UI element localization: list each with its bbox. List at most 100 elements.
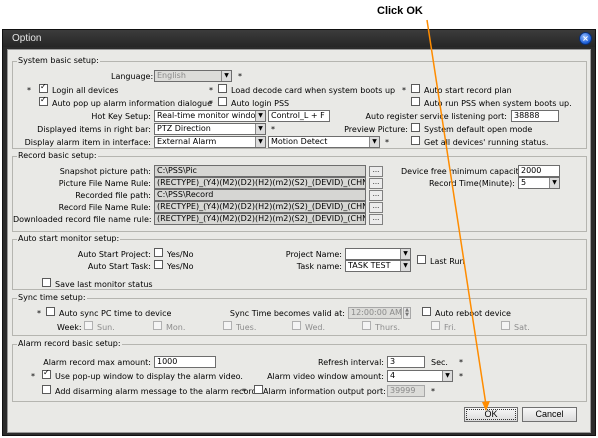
alarm-iface-value: External Alarm (157, 137, 217, 146)
chevron-down-icon: ▼ (221, 71, 231, 81)
day-fri-checkbox[interactable] (431, 321, 440, 330)
record-path-input[interactable]: C:\PSS\Record (154, 189, 366, 201)
snapshot-browse-button[interactable]: ... (369, 166, 383, 177)
asterisk: * (209, 86, 213, 95)
record-time-value: 5 (521, 178, 527, 187)
day-sun-checkbox[interactable] (84, 321, 93, 330)
day-mon-checkbox[interactable] (153, 321, 162, 330)
auto-monitor-legend: Auto start monitor setup: (17, 234, 121, 243)
download-rule-input[interactable]: (RECTYPE)_(Y4)(M2)(D2)(H2)(m2)(S2)_(DEVI… (154, 213, 366, 225)
asterisk: * (459, 372, 463, 381)
chevron-down-icon: ▼ (400, 261, 410, 271)
listen-port-input[interactable]: 38888 (511, 110, 559, 122)
motion-value: Motion Detect (271, 137, 328, 146)
listen-port-label: Auto register service listening port: (365, 112, 507, 121)
auto-start-record-checkbox[interactable] (411, 84, 420, 93)
alarm-iface-select[interactable]: External Alarm ▼ (154, 136, 266, 148)
sync-time-group: Sync time setup: * Auto sync PC time to … (12, 293, 587, 336)
picture-rule-browse-button[interactable]: ... (369, 178, 383, 189)
load-decode-checkbox[interactable] (218, 84, 227, 93)
auto-login-pss-label: Auto login PSS (231, 99, 290, 108)
add-disarm-label: Add disarming alarm message to the alarm… (55, 387, 257, 396)
displayed-items-select[interactable]: PTZ Direction ▼ (154, 123, 266, 135)
instruction-annotation: Click OK (377, 5, 423, 17)
output-port-checkbox[interactable] (254, 385, 263, 394)
get-status-label: Get all devices' running status. (424, 138, 549, 147)
hotkey-select-value: Real-time monitor window in (157, 111, 266, 120)
day-wed-label: Wed. (305, 323, 325, 332)
hotkey-label: Hot Key Setup: (91, 112, 151, 121)
snapshot-path-input[interactable]: C:\PSS\Pic (154, 165, 366, 177)
time-spinner[interactable]: ▲ ▼ (403, 307, 411, 319)
record-rule-browse-button[interactable]: ... (369, 202, 383, 213)
project-name-select[interactable]: ▼ (345, 248, 411, 260)
asterisk: * (385, 138, 389, 147)
record-rule-label: Record File Name Rule: (58, 203, 151, 212)
language-select-value: English (157, 71, 186, 80)
record-basic-legend: Record basic setup: (17, 151, 98, 160)
save-last-checkbox[interactable] (42, 278, 51, 287)
asterisk: * (459, 358, 463, 367)
auto-task-checkbox[interactable] (154, 260, 163, 269)
system-basic-legend: System basic setup: (17, 56, 100, 65)
video-amount-value: 4 (390, 371, 396, 380)
picture-rule-input[interactable]: (RECTYPE)_(Y4)(M2)(D2)(H2)(m2)(S2)_(DEVI… (154, 177, 366, 189)
default-open-label: System default open mode (424, 125, 533, 134)
video-amount-select[interactable]: 4 ▼ (387, 370, 453, 382)
picture-rule-label: Picture File Name Rule: (58, 179, 151, 188)
auto-login-pss-checkbox[interactable] (218, 97, 227, 106)
hotkey-select[interactable]: Real-time monitor window in ▼ (154, 110, 266, 122)
login-all-label: Login all devices (52, 86, 119, 95)
auto-task-yesno: Yes/No (167, 262, 194, 271)
popup-video-checkbox[interactable] (42, 368, 51, 379)
language-select[interactable]: English ▼ (154, 70, 232, 82)
task-name-select[interactable]: TASK TEST ▼ (345, 260, 411, 272)
alarm-max-input[interactable]: 1000 (154, 356, 216, 368)
record-path-browse-button[interactable]: ... (369, 190, 383, 201)
asterisk: * (431, 387, 435, 396)
record-basic-group: Record basic setup: Snapshot picture pat… (12, 151, 587, 232)
auto-project-checkbox[interactable] (154, 248, 163, 257)
free-capacity-input[interactable]: 2000 (518, 165, 560, 177)
close-icon[interactable]: × (579, 32, 592, 45)
download-rule-browse-button[interactable]: ... (369, 214, 383, 225)
chevron-down-icon: ▼ (400, 249, 410, 259)
sync-valid-label: Sync Time becomes valid at: (229, 309, 345, 318)
refresh-interval-input[interactable]: 3 (387, 356, 425, 368)
default-open-checkbox[interactable] (411, 123, 420, 132)
asterisk: * (209, 99, 213, 108)
refresh-interval-label: Refresh interval: (318, 358, 384, 367)
add-disarm-checkbox[interactable] (42, 385, 51, 394)
record-time-label: Record Time(Minute): (428, 179, 515, 188)
day-sat-label: Sat. (514, 323, 530, 332)
day-mon-label: Mon. (166, 323, 186, 332)
auto-popup-checkbox[interactable] (39, 95, 48, 106)
auto-start-record-label: Auto start record plan (424, 86, 512, 95)
auto-reboot-checkbox[interactable] (422, 307, 431, 316)
record-time-select[interactable]: 5 ▼ (518, 177, 560, 189)
day-wed-checkbox[interactable] (292, 321, 301, 330)
day-tue-checkbox[interactable] (223, 321, 232, 330)
cancel-button[interactable]: Cancel (522, 407, 577, 422)
auto-monitor-group: Auto start monitor setup: Auto Start Pro… (12, 234, 587, 290)
hotkey-input[interactable]: Control_L + F (268, 110, 330, 122)
ok-button[interactable]: OK (464, 407, 518, 422)
load-decode-label: Load decode card when system boots up (231, 86, 396, 95)
auto-sync-checkbox[interactable] (46, 307, 55, 316)
last-run-label: Last Run (430, 257, 465, 266)
day-tue-label: Tues. (236, 323, 257, 332)
task-name-label: Task name: (296, 262, 342, 271)
sync-valid-input[interactable]: 12:00:00 AM (348, 307, 402, 319)
sync-time-legend: Sync time setup: (17, 293, 87, 302)
download-rule-label: Downloaded record file name rule: (13, 215, 152, 224)
record-rule-input[interactable]: (RECTYPE)_(Y4)(M2)(D2)(H2)(m2)(S2)_(DEVI… (154, 201, 366, 213)
day-sat-checkbox[interactable] (501, 321, 510, 330)
output-port-input[interactable]: 39999 (387, 385, 425, 397)
day-thu-checkbox[interactable] (362, 321, 371, 330)
motion-select[interactable]: Motion Detect ▼ (268, 136, 380, 148)
auto-run-pss-checkbox[interactable] (411, 97, 420, 106)
last-run-checkbox[interactable] (417, 255, 426, 264)
get-status-checkbox[interactable] (411, 136, 420, 145)
asterisk: * (27, 86, 31, 95)
login-all-checkbox[interactable] (39, 82, 48, 93)
